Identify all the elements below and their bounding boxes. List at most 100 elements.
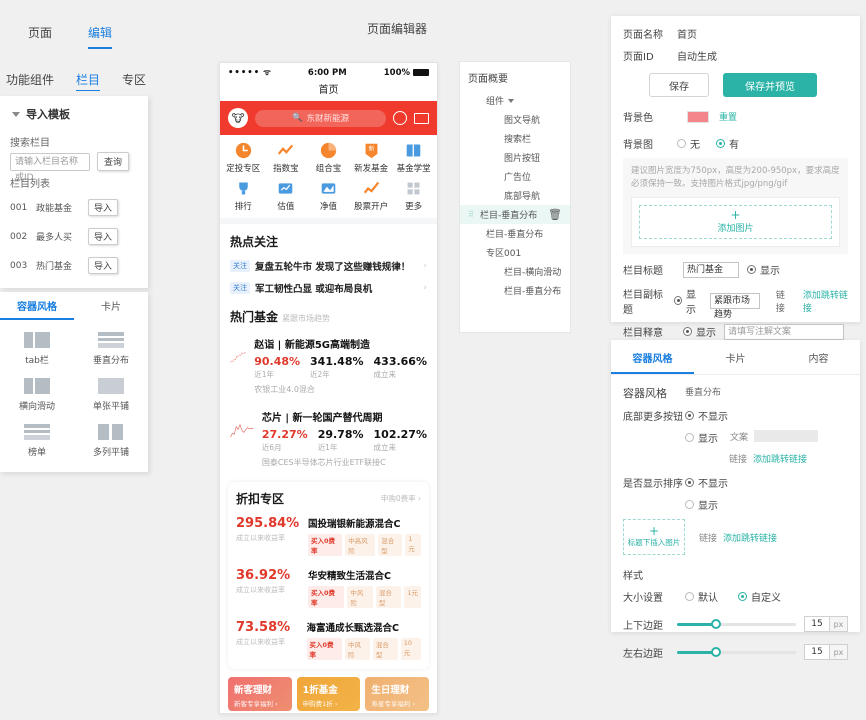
discount-more[interactable]: 申购0费率 › — [381, 493, 421, 504]
page-name-value[interactable]: 首页 — [677, 26, 697, 41]
insert-image-button[interactable]: + 标题下插入图片 — [623, 519, 685, 555]
tab-zones[interactable]: 专区 — [122, 71, 146, 91]
bg-color-reset-link[interactable]: 重置 — [719, 110, 737, 123]
return-label: 成立以来收益率 — [236, 638, 285, 646]
column-title-show-radio[interactable]: 显示 — [747, 262, 780, 277]
column-desc-input[interactable]: 请填写注解文案 — [724, 323, 844, 340]
sort-radio-shown[interactable]: 显示 — [685, 497, 718, 512]
column-desc-show-radio[interactable]: 显示 — [683, 324, 716, 339]
copy-input[interactable] — [754, 430, 819, 442]
slider-knob[interactable] — [711, 646, 722, 657]
outline-node[interactable]: 图文导航 — [460, 110, 570, 129]
promo-banner[interactable]: 新客理财 新客专享福利 › — [228, 677, 292, 711]
vertical-margin-value[interactable]: 15 — [804, 616, 830, 632]
import-button[interactable]: 导入 — [88, 257, 118, 274]
phone-search-input[interactable]: 🔍 东财新能源 — [255, 109, 386, 127]
horizontal-margin-value[interactable]: 15 — [804, 644, 830, 660]
column-title-input[interactable]: 热门基金 — [683, 261, 739, 278]
outline-node[interactable]: 图片按钮 — [460, 148, 570, 167]
grid-item[interactable]: 基金学堂 — [392, 142, 435, 174]
save-button[interactable]: 保存 — [649, 73, 709, 97]
bg-image-radio-yes[interactable]: 有 — [716, 136, 739, 151]
add-image-button[interactable]: + 添加图片 — [639, 204, 832, 239]
tab-card[interactable]: 卡片 — [694, 340, 777, 374]
vertical-margin-slider[interactable] — [677, 618, 796, 629]
grid-item[interactable]: 排行 — [222, 180, 265, 212]
tab-card[interactable]: 卡片 — [74, 298, 148, 320]
trash-icon[interactable]: 🗑 — [548, 208, 562, 221]
table-row[interactable]: 295.84% 成立以来收益率 国投瑞银新能源混合C 买入0费率 中高风险 混合… — [236, 507, 422, 559]
outline-root-node[interactable]: 组件 — [460, 91, 570, 110]
list-item[interactable]: 芯片 | 新一轮国产替代周期 27.27% 近6月 29.78% 近1年 102.2… — [220, 403, 437, 476]
avatar[interactable]: 🐮 — [228, 108, 248, 128]
more-button-radio-shown[interactable]: 显示 — [685, 430, 718, 445]
clock-icon — [235, 142, 251, 159]
grid-item[interactable]: 更多 — [392, 180, 435, 212]
svg-text:新: 新 — [368, 145, 374, 153]
tab-page[interactable]: 页面 — [28, 24, 52, 49]
column-id: 003 — [10, 260, 28, 271]
tab-container-style[interactable]: 容器风格 — [611, 340, 694, 374]
horizontal-margin-slider[interactable] — [677, 646, 796, 657]
outline-node[interactable]: 栏目-垂直分布 — [460, 281, 570, 300]
list-item[interactable]: 赵诣 | 新能源5G高端制造 90.48% 近1年 341.48% 近2年 433.… — [220, 330, 437, 403]
style-option-vertical[interactable]: 垂直分布 — [74, 332, 148, 366]
import-button[interactable]: 导入 — [88, 199, 118, 216]
save-preview-button[interactable]: 保存并预览 — [723, 73, 817, 97]
grid-item[interactable]: 新新发基金 — [350, 142, 393, 174]
insert-add-link-button[interactable]: 添加跳转链接 — [723, 531, 777, 544]
bg-color-swatch[interactable] — [687, 110, 709, 123]
size-radio-custom[interactable]: 自定义 — [738, 589, 781, 604]
style-option-multi-column[interactable]: 多列平铺 — [74, 424, 148, 458]
promo-banner[interactable]: 1折基金 申购费1折 › — [296, 677, 361, 711]
outline-node[interactable]: 搜索栏 — [460, 129, 570, 148]
style-option-single-block[interactable]: 单张平铺 — [74, 378, 148, 412]
subtitle-add-link[interactable]: 添加跳转链接 — [803, 288, 848, 314]
grid-item[interactable]: 估值 — [265, 180, 308, 212]
bg-image-radio-none[interactable]: 无 — [677, 136, 700, 151]
grid-item[interactable]: 定投专区 — [222, 142, 265, 174]
tab-columns[interactable]: 栏目 — [76, 71, 101, 91]
column-search-input[interactable]: 请输入栏目名称或ID — [10, 152, 90, 183]
tab-edit[interactable]: 编辑 — [88, 24, 113, 49]
import-button[interactable]: 导入 — [88, 228, 118, 245]
outline-node[interactable]: 栏目-垂直分布 — [460, 224, 570, 243]
metric: 102.27% 成立来 — [374, 428, 427, 453]
grid-item[interactable]: 股票开户 — [350, 180, 393, 212]
size-radio-default[interactable]: 默认 — [685, 589, 718, 604]
outline-node[interactable]: 栏目-横向滑动 — [460, 262, 570, 281]
tab-content[interactable]: 内容 — [777, 340, 860, 374]
search-query-button[interactable]: 查询 — [97, 152, 129, 171]
container-settings-panel: 容器风格 卡片 内容 容器风格 垂直分布 底部更多按钮 不显示 显示 文案 链接… — [611, 340, 860, 660]
outline-node[interactable]: 底部导航 — [460, 186, 570, 205]
service-icon[interactable] — [393, 111, 407, 125]
grid-item[interactable]: 净值 — [307, 180, 350, 212]
grid-item[interactable]: 组合宝 — [307, 142, 350, 174]
style-option-tab-bar[interactable]: tab栏 — [0, 332, 74, 366]
tab-container-style[interactable]: 容器风格 — [0, 298, 74, 320]
add-link-button[interactable]: 添加跳转链接 — [753, 452, 807, 465]
grid-item[interactable]: 指数宝 — [265, 142, 308, 174]
mail-icon[interactable] — [414, 112, 429, 124]
table-row[interactable]: 36.92% 成立以来收益率 华安精致生活混合C 买入0费率 中风险 混合型 1… — [236, 559, 421, 611]
outline-node[interactable]: 广告位 — [460, 167, 570, 186]
slider-knob[interactable] — [711, 618, 722, 629]
column-subtitle-show-radio[interactable]: 显示 — [674, 286, 702, 316]
sort-radio-hidden[interactable]: 不显示 — [685, 475, 728, 490]
import-template-header[interactable]: 导入模板 — [0, 96, 148, 130]
outline-node-selected[interactable]: ⠿ 栏目-垂直分布 🗑 — [460, 205, 570, 224]
drag-handle-icon[interactable]: ⠿ — [468, 210, 476, 218]
table-row[interactable]: 73.58% 成立以来收益率 海富通成长甄选混合C 买入0费率 中风险 混合型 … — [236, 611, 421, 663]
promo-banner[interactable]: 生日理财 寿星专享福利 › — [365, 677, 430, 711]
tab-components[interactable]: 功能组件 — [6, 71, 54, 91]
more-button-radio-hidden[interactable]: 不显示 — [685, 408, 728, 423]
metric-label: 成立来 — [373, 370, 397, 379]
style-option-horizontal-scroll[interactable]: 横向滑动 — [0, 378, 74, 412]
return-label: 成立以来收益率 — [236, 586, 285, 594]
style-option-ranking[interactable]: 榜单 — [0, 424, 74, 458]
list-item[interactable]: 关注 复盘五轮牛市 发现了这些赚钱规律！ › — [220, 255, 437, 277]
list-item[interactable]: 关注 军工韧性凸显 或迎布局良机 › — [220, 277, 437, 299]
column-subtitle-input[interactable]: 紧跟市场趋势 — [710, 292, 760, 320]
outline-node[interactable]: 专区001 — [460, 243, 570, 262]
add-image-label: 添加图片 — [717, 223, 754, 234]
